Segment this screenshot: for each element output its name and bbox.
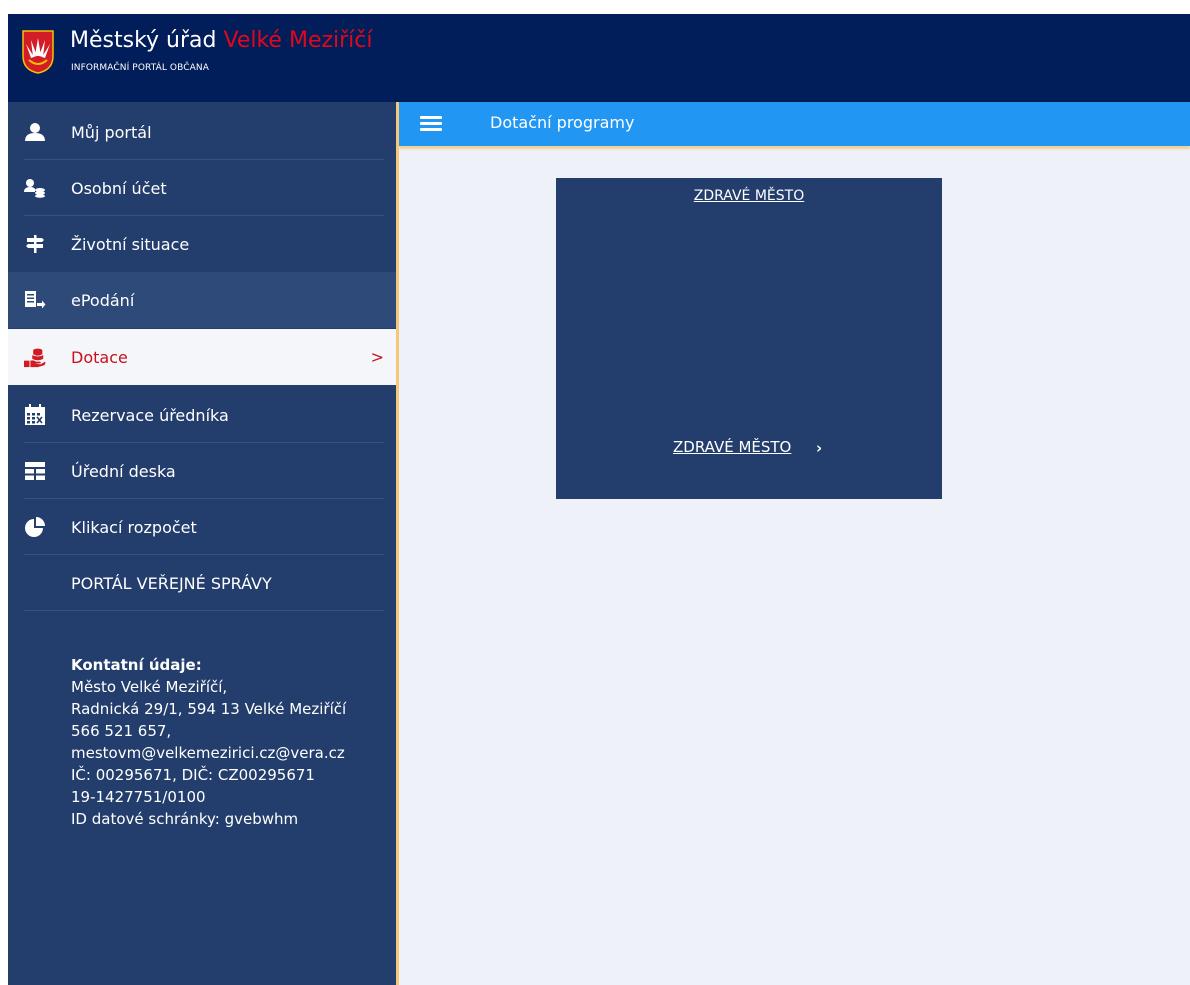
sidebar-item-label: Rezervace úředníka — [71, 405, 229, 425]
contact-line: mestovm@velkemezirici.cz@vera.cz — [71, 744, 345, 762]
tile-link[interactable]: ZDRAVÉ MĚSTO — [673, 438, 791, 456]
sidebar-item-label: Úřední deska — [71, 461, 176, 481]
contact-line: 566 521 657, — [71, 722, 172, 740]
page-title: Dotační programy — [490, 113, 635, 132]
calendar-icon — [24, 404, 46, 426]
sidebar-item-portal-verejne-spravy[interactable]: PORTÁL VEŘEJNÉ SPRÁVY — [8, 555, 398, 611]
app-subtitle: INFORMAČNÍ PORTÁL OBČANA — [71, 63, 209, 73]
contact-line: Město Velké Meziříčí, — [71, 678, 228, 696]
sidebar-item-label: PORTÁL VEŘEJNÉ SPRÁVY — [71, 573, 272, 593]
sidebar-item-label: Klikací rozpočet — [71, 517, 197, 537]
sidebar-item-label: ePodání — [71, 290, 135, 310]
sidebar-item-label: Životní situace — [71, 234, 190, 254]
document-arrow-icon — [24, 289, 46, 311]
program-tile[interactable]: ZDRAVÉ MĚSTO ZDRAVÉ MĚSTO › — [556, 178, 942, 499]
app-frame: Městský úřad Velké Meziříčí INFORMAČNÍ P… — [8, 14, 1190, 985]
sidebar-item-label: Dotace — [71, 347, 128, 367]
contact-line: ID datové schránky: gvebwhm — [71, 810, 299, 828]
board-icon — [24, 460, 46, 482]
user-coins-icon — [24, 177, 46, 199]
sidebar-border — [396, 102, 399, 985]
sidebar-item-rezervace-urednika[interactable]: Rezervace úředníka — [8, 387, 398, 443]
sidebar-item-epodani[interactable]: ePodání — [8, 272, 398, 328]
sidebar-item-label: Osobní účet — [71, 178, 167, 198]
tile-heading: ZDRAVÉ MĚSTO — [693, 188, 805, 204]
chevron-right-icon: > — [370, 347, 384, 367]
coat-of-arms-icon — [22, 30, 54, 74]
title-main: Městský úřad — [70, 28, 217, 53]
sidebar-item-muj-portal[interactable]: Můj portál — [8, 104, 398, 160]
contact-line: Radnická 29/1, 594 13 Velké Meziříčí — [71, 700, 347, 718]
app-header: Městský úřad Velké Meziříčí INFORMAČNÍ P… — [8, 14, 1190, 102]
menu-icon[interactable] — [420, 116, 442, 132]
sidebar: Můj portál Osobní účet Životní situace e… — [8, 102, 398, 985]
app-title: Městský úřad Velké Meziříčí — [70, 28, 373, 54]
contact-heading: Kontatní údaje: — [71, 656, 202, 674]
user-icon — [24, 121, 46, 143]
contact-info: Kontatní údaje: Město Velké Meziříčí, Ra… — [71, 654, 391, 830]
contact-line: 19-1427751/0100 — [71, 788, 206, 806]
sidebar-item-klikaci-rozpocet[interactable]: Klikací rozpočet — [8, 499, 398, 555]
sidebar-item-uredni-deska[interactable]: Úřední deska — [8, 443, 398, 499]
sidebar-item-zivotni-situace[interactable]: Životní situace — [8, 216, 398, 272]
sidebar-item-dotace[interactable]: Dotace > — [8, 329, 398, 385]
sidebar-item-osobni-ucet[interactable]: Osobní účet — [8, 160, 398, 216]
contact-line: IČ: 00295671, DIČ: CZ00295671 — [71, 766, 315, 784]
title-town: Velké Meziříčí — [223, 28, 373, 53]
divider — [24, 610, 384, 611]
pie-chart-icon — [24, 516, 46, 538]
hand-money-icon — [24, 346, 46, 368]
page-topbar: Dotační programy — [399, 102, 1190, 146]
sidebar-item-label: Můj portál — [71, 122, 152, 142]
signpost-icon — [24, 233, 46, 255]
chevron-right-icon[interactable]: › — [816, 439, 822, 457]
